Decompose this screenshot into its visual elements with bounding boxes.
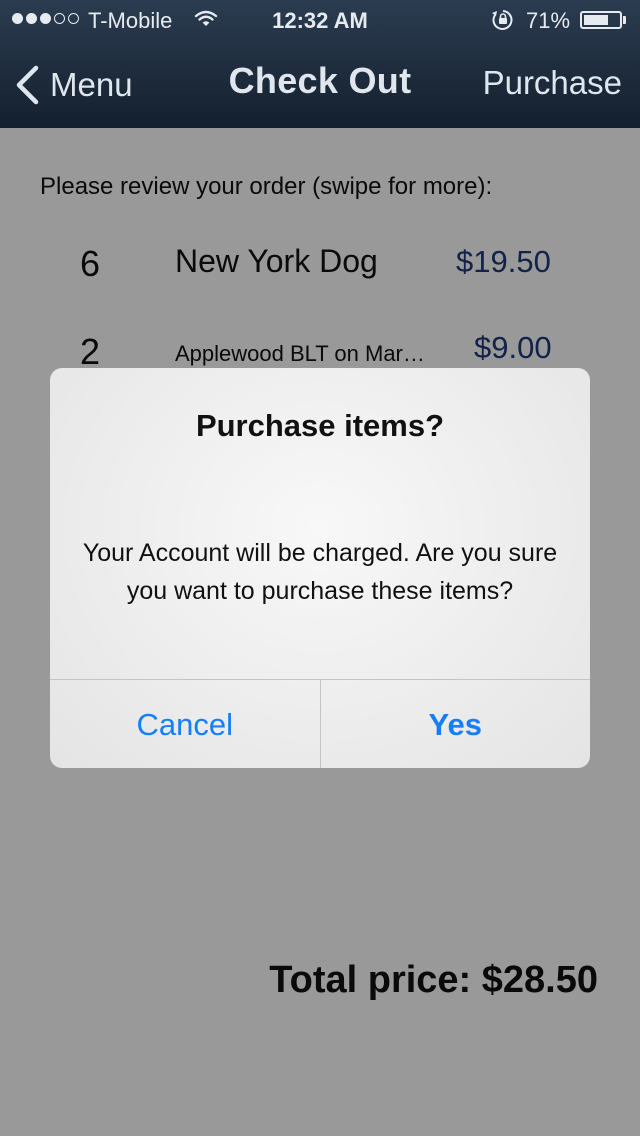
battery-percent: 71% xyxy=(526,8,571,33)
battery-fill xyxy=(584,15,608,25)
battery-nub xyxy=(623,16,626,24)
status-bar: T-Mobile 12:32 AM 71% xyxy=(0,0,640,40)
purchase-confirm-dialog: Purchase items? Your Account will be cha… xyxy=(50,368,590,768)
battery-icon xyxy=(580,11,622,29)
purchase-button[interactable]: Purchase xyxy=(483,64,622,102)
confirm-button[interactable]: Yes xyxy=(319,680,591,768)
top-bar: T-Mobile 12:32 AM 71% Menu Check Out Pur… xyxy=(0,0,640,128)
cancel-button[interactable]: Cancel xyxy=(50,680,320,768)
dialog-button-bar: Cancel Yes xyxy=(50,679,590,768)
orientation-lock-icon xyxy=(491,9,515,37)
dialog-message: Your Account will be charged. Are you su… xyxy=(82,539,558,605)
dialog-title: Purchase items? xyxy=(195,408,445,443)
